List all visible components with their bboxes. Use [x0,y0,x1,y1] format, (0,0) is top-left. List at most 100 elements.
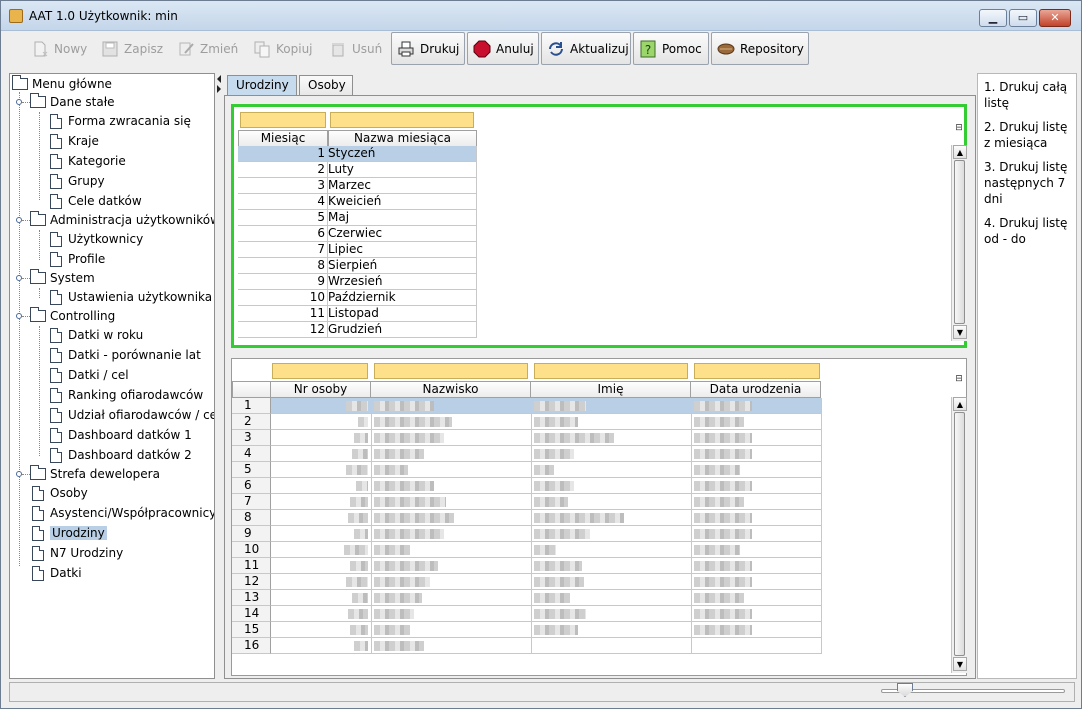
filter-imie[interactable] [534,363,688,379]
column-header-imie[interactable]: Imię [530,381,691,398]
table-cell[interactable] [371,478,532,494]
cell-nazwa-miesiaca[interactable]: Lipiec [328,242,477,258]
table-cell[interactable] [531,446,692,462]
table-cell[interactable] [271,446,372,462]
table-cell[interactable] [691,462,822,478]
column-header-data-urodzenia[interactable]: Data urodzenia [690,381,821,398]
tree-leaf-osoby[interactable]: Osoby [32,484,88,502]
help-item[interactable]: 3. Drukuj listę następnych 7 dni [984,159,1070,207]
scroll-down-icon[interactable]: ▼ [953,657,967,671]
scroll-down-icon[interactable]: ▼ [953,325,967,339]
tree-root[interactable]: Menu główne [12,75,112,93]
table-cell[interactable] [271,638,372,654]
table-cell[interactable] [371,590,532,606]
table-cell[interactable] [691,510,822,526]
tree-item-profile[interactable]: Profile [50,250,105,268]
people-vertical-scrollbar[interactable]: ▲ ▼ [951,397,967,673]
table-cell[interactable] [691,526,822,542]
tree-item-forma[interactable]: Forma zwracania się [50,112,191,130]
table-cell[interactable] [371,638,532,654]
copy-button[interactable]: Kopiuj [247,32,319,65]
tree-item-kraje[interactable]: Kraje [50,132,99,150]
edit-button[interactable]: Zmień [171,32,241,65]
new-button[interactable]: Nowy [25,32,91,65]
table-cell[interactable] [371,430,532,446]
scroll-up-icon[interactable]: ▲ [953,397,967,411]
table-cell[interactable] [531,510,692,526]
scroll-up-icon[interactable]: ▲ [953,145,967,159]
table-cell[interactable] [691,638,822,654]
cell-nazwa-miesiaca[interactable]: Grudzień [328,322,477,338]
filter-nazwisko[interactable] [374,363,528,379]
cell-miesiac[interactable]: 4 [238,194,328,210]
title-bar[interactable]: AAT 1.0 Użytkownik: min ▁ ▭ ✕ [1,1,1081,31]
tree-group-deweloper[interactable]: Strefa dewelopera [30,465,160,483]
cell-miesiac[interactable]: 8 [238,258,328,274]
delete-button[interactable]: Usuń [323,32,387,65]
collapse-arrows-icon[interactable] [215,73,223,103]
cell-nazwa-miesiaca[interactable]: Marzec [328,178,477,194]
table-cell[interactable] [271,462,372,478]
tree-item-datki-w-roku[interactable]: Datki w roku [50,326,143,344]
cell-nazwa-miesiaca[interactable]: Luty [328,162,477,178]
tree-group-system[interactable]: System [30,269,95,287]
tree-item-cele[interactable]: Cele datków [50,192,142,210]
help-item[interactable]: 1. Drukuj całą listę [984,79,1070,111]
table-cell[interactable] [371,462,532,478]
cell-nazwa-miesiaca[interactable]: Czerwiec [328,226,477,242]
cell-nazwa-miesiaca[interactable]: Styczeń [328,146,477,162]
table-cell[interactable] [691,542,822,558]
cell-miesiac[interactable]: 6 [238,226,328,242]
table-cell[interactable] [531,542,692,558]
cell-miesiac[interactable]: 10 [238,290,328,306]
table-cell[interactable] [691,478,822,494]
months-vertical-scrollbar[interactable]: ▲ ▼ [951,145,967,341]
table-cell[interactable] [531,398,692,414]
tree-item-kategorie[interactable]: Kategorie [50,152,126,170]
scroll-thumb[interactable] [954,160,965,324]
filter-nazwa-miesiaca[interactable] [330,112,474,128]
cell-miesiac[interactable]: 12 [238,322,328,338]
tree-leaf-n7-urodziny[interactable]: N7 Urodziny [32,544,123,562]
table-cell[interactable] [371,494,532,510]
table-cell[interactable] [691,398,822,414]
help-item[interactable]: 2. Drukuj listę z miesiąca [984,119,1070,151]
close-button[interactable]: ✕ [1039,9,1071,27]
tree-group-dane-stale[interactable]: Dane stałe [30,93,115,111]
table-cell[interactable] [531,526,692,542]
table-cell[interactable] [371,542,532,558]
table-cell[interactable] [371,622,532,638]
tree-item-datki-cel[interactable]: Datki / cel [50,366,129,384]
cancel-button[interactable]: Anuluj [467,32,539,65]
table-cell[interactable] [691,414,822,430]
filter-data-urodzenia[interactable] [694,363,820,379]
table-cell[interactable] [371,414,532,430]
table-cell[interactable] [371,558,532,574]
column-chooser-icon[interactable]: ⊟ [953,122,965,134]
tree-item-udzial[interactable]: Udział ofiarodawców / cel [50,406,214,424]
table-cell[interactable] [691,558,822,574]
scroll-thumb[interactable] [954,412,965,656]
column-chooser-icon[interactable]: ⊟ [953,373,965,385]
table-cell[interactable] [531,622,692,638]
table-cell[interactable] [531,494,692,510]
table-cell[interactable] [531,430,692,446]
table-cell[interactable] [271,494,372,510]
cell-miesiac[interactable]: 2 [238,162,328,178]
refresh-button[interactable]: Aktualizuj [541,32,631,65]
filter-nr-osoby[interactable] [272,363,368,379]
table-cell[interactable] [371,510,532,526]
print-button[interactable]: Drukuj [391,32,465,65]
table-cell[interactable] [271,510,372,526]
minimize-button[interactable]: ▁ [979,9,1007,27]
tree-leaf-asystenci[interactable]: Asystenci/Współpracownicy [32,504,214,522]
split-pane-divider[interactable] [215,73,223,679]
cell-miesiac[interactable]: 9 [238,274,328,290]
column-header-nazwisko[interactable]: Nazwisko [370,381,531,398]
table-cell[interactable] [531,606,692,622]
table-cell[interactable] [371,526,532,542]
cell-nazwa-miesiaca[interactable]: Kweicień [328,194,477,210]
tree-leaf-urodziny[interactable]: Urodziny [32,524,107,542]
tree-item-ustawienia[interactable]: Ustawienia użytkownika [50,288,212,306]
table-cell[interactable] [531,558,692,574]
